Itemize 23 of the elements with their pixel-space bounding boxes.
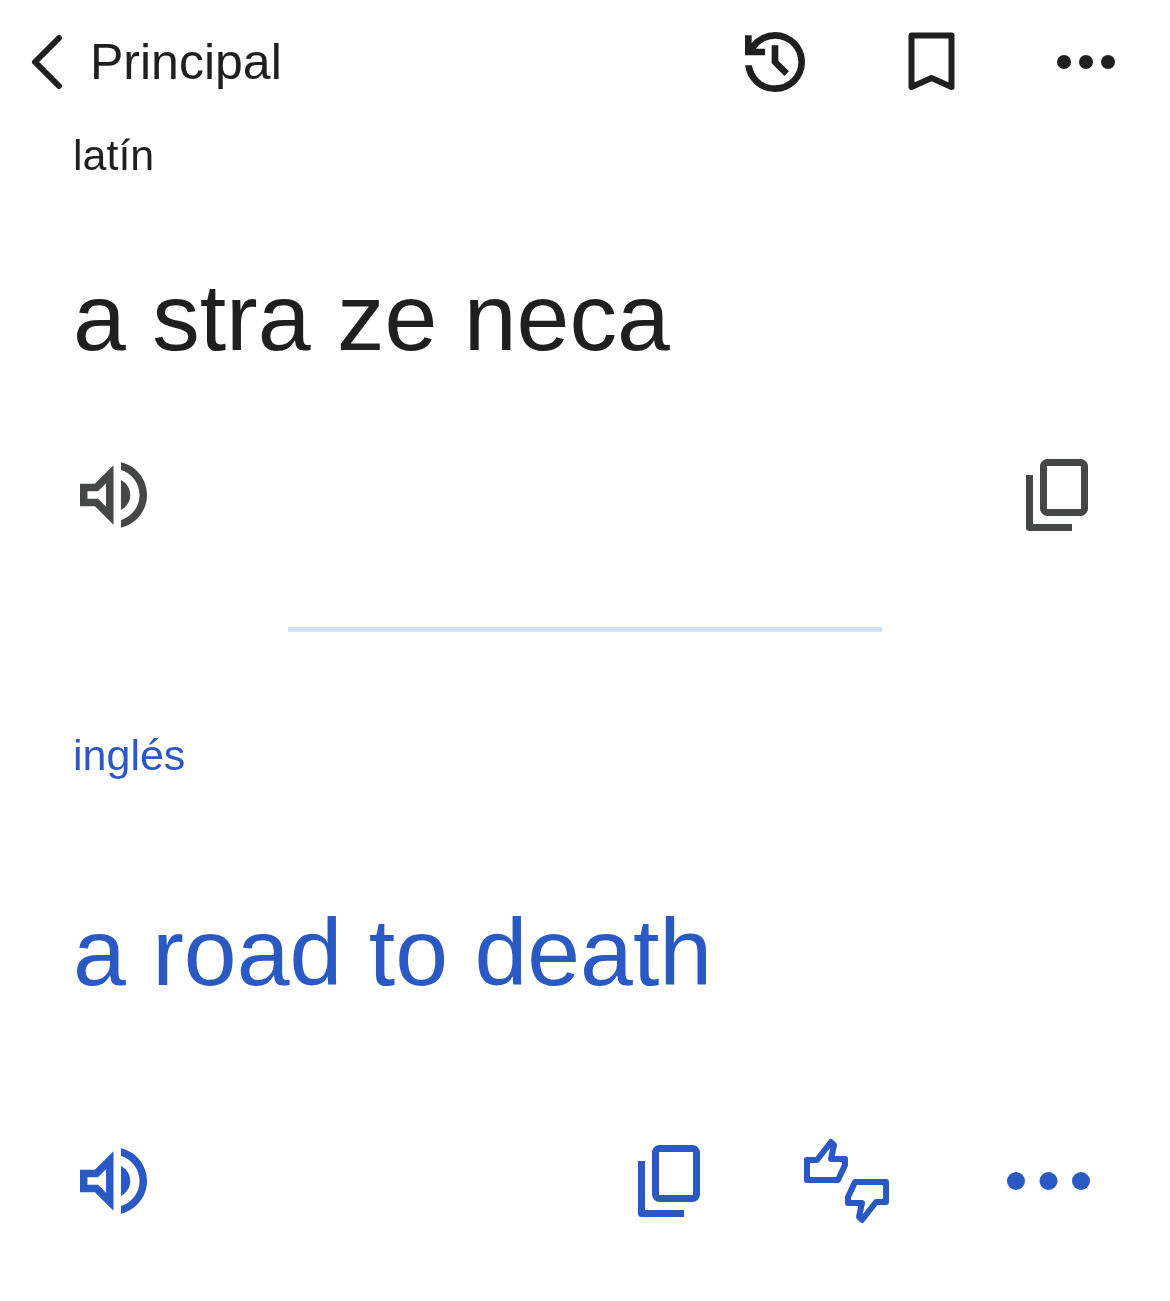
language-label: inglés xyxy=(73,730,186,781)
listen-button[interactable] xyxy=(80,462,147,528)
copy-button[interactable] xyxy=(638,1145,700,1217)
copy-button[interactable] xyxy=(1026,459,1088,531)
bookmark-icon xyxy=(908,32,955,92)
back-button[interactable]: Principal xyxy=(28,33,282,91)
thumbs-up-down-icon xyxy=(803,1138,890,1224)
history-icon xyxy=(745,32,805,92)
speaker-icon xyxy=(80,1148,147,1214)
bookmark-button[interactable] xyxy=(908,32,955,92)
more-icon xyxy=(1007,1172,1090,1190)
language-label: latín xyxy=(73,130,155,181)
history-button[interactable] xyxy=(745,32,805,92)
more-button[interactable] xyxy=(1007,1172,1090,1190)
listen-button[interactable] xyxy=(80,1148,147,1214)
copy-icon xyxy=(1026,459,1088,531)
more-button[interactable] xyxy=(1057,55,1115,69)
more-icon xyxy=(1057,55,1115,69)
source-text: a stra ze neca xyxy=(73,263,670,372)
copy-icon xyxy=(638,1145,700,1217)
speaker-icon xyxy=(80,462,147,528)
feedback-button[interactable] xyxy=(803,1138,890,1224)
translation-text: a road to death xyxy=(73,898,713,1007)
